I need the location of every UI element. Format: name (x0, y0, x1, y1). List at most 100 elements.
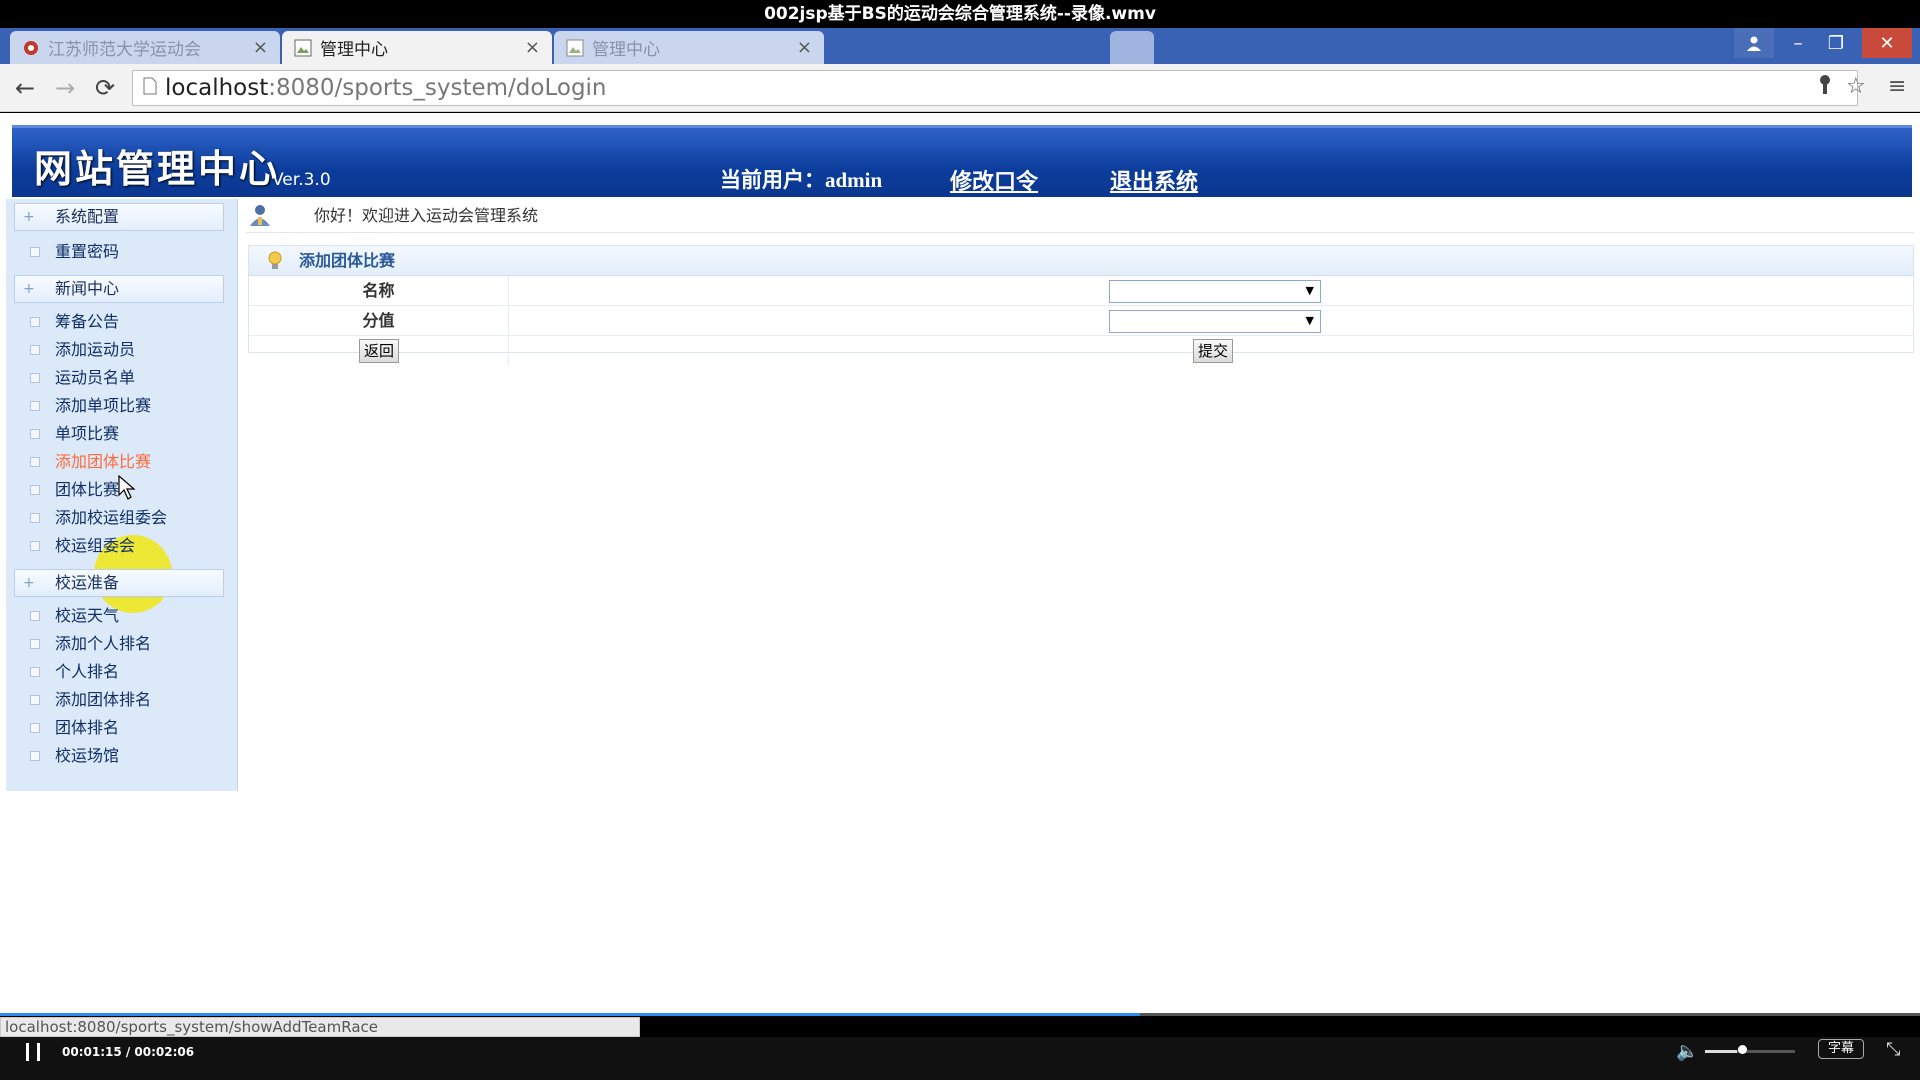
sidebar-item-athlete-list[interactable]: 运动员名单 (30, 367, 135, 389)
sidebar-item-add-team-rank[interactable]: 添加团体排名 (30, 689, 151, 711)
back-cell: 返回 (249, 336, 509, 366)
sidebar-group-system-config[interactable]: + 系统配置 (14, 203, 224, 231)
key-icon[interactable] (1818, 74, 1832, 102)
form-header: 添加团体比赛 (249, 246, 1913, 276)
url-path: :8080/sports_system/doLogin (268, 75, 607, 101)
sidebar-item-label: 添加团体比赛 (55, 452, 152, 471)
screen: 002jsp基于BS的运动会综合管理系统--录像.wmv 江苏师范大学运动会 ×… (0, 0, 1920, 1080)
browser-toolbar: ← → ⟳ localhost :8080/sports_system/doLo… (0, 64, 1920, 112)
bullet-icon (30, 429, 40, 439)
sidebar-item-weather[interactable]: 校运天气 (30, 605, 119, 627)
sidebar-item-team-rank[interactable]: 团体排名 (30, 717, 119, 739)
tab-label: 管理中心 (320, 40, 388, 60)
sidebar-item-label: 添加运动员 (55, 340, 136, 359)
forward-icon[interactable]: → (50, 74, 80, 102)
sidebar-item-add-single-race[interactable]: 添加单项比赛 (30, 395, 151, 417)
pause-icon[interactable] (26, 1043, 40, 1061)
close-tab-icon[interactable]: × (525, 37, 540, 58)
site-header: 网站管理中心 Ver.3.0 当前用户：admin 修改口令 退出系统 (12, 125, 1912, 197)
form-row-score: 分值 ▼ (249, 306, 1913, 336)
sidebar-item-committee[interactable]: 校运组委会 (30, 535, 135, 557)
bullet-icon (30, 373, 40, 383)
volume-icon[interactable]: 🔈 (1676, 1041, 1698, 1062)
sidebar-item-add-athlete[interactable]: 添加运动员 (30, 339, 135, 361)
back-button[interactable]: 返回 (359, 339, 400, 363)
subtitle-button[interactable]: 字幕 (1818, 1039, 1864, 1059)
volume-knob[interactable] (1738, 1045, 1747, 1054)
video-player-controls: 00:01:15 / 00:02:06 🔈 字幕 ⤡ (0, 1037, 1920, 1080)
bullet-icon (30, 667, 40, 677)
mouse-cursor-icon (118, 475, 136, 500)
address-bar[interactable]: localhost :8080/sports_system/doLogin (132, 70, 1858, 106)
reload-icon[interactable]: ⟳ (90, 74, 120, 102)
tab-admin-center[interactable]: 管理中心 × (554, 31, 824, 64)
sidebar-item-label: 添加单项比赛 (55, 396, 152, 415)
welcome-bar: 你好！欢迎进入运动会管理系统 (246, 199, 1914, 233)
user-icon (248, 203, 272, 227)
sidebar-item-add-team-race[interactable]: 添加团体比赛 (30, 451, 151, 473)
sidebar-item-add-individual-rank[interactable]: 添加个人排名 (30, 633, 151, 655)
new-tab-button[interactable] (1110, 31, 1154, 64)
tab-sports-site[interactable]: 江苏师范大学运动会 × (10, 31, 280, 64)
fullscreen-exit-icon[interactable]: ⤡ (1886, 1039, 1900, 1060)
sidebar-item-venues[interactable]: 校运场馆 (30, 745, 119, 767)
dropdown-arrow-icon: ▼ (1305, 314, 1314, 327)
sidebar-item-add-committee[interactable]: 添加校运组委会 (30, 507, 167, 529)
bullet-icon (30, 723, 40, 733)
tab-admin-center-active[interactable]: 管理中心 × (282, 31, 552, 64)
sidebar-item-individual-rank[interactable]: 个人排名 (30, 661, 119, 683)
sidebar-item-label: 筹备公告 (55, 312, 120, 331)
close-window-icon[interactable]: ✕ (1862, 28, 1912, 58)
sidebar-item-label: 添加个人排名 (55, 634, 152, 653)
url-host: localhost (165, 75, 269, 101)
sidebar-group-news-center[interactable]: + 新闻中心 (14, 275, 224, 303)
bullet-icon (30, 485, 40, 495)
close-tab-icon[interactable]: × (253, 37, 268, 58)
bullet-icon (30, 639, 40, 649)
logout-link[interactable]: 退出系统 (1110, 164, 1198, 196)
close-tab-icon[interactable]: × (797, 37, 812, 58)
site-favicon-icon (22, 39, 40, 57)
sidebar-item-label: 校运天气 (55, 606, 120, 625)
sidebar-item-label: 团体比赛 (55, 480, 120, 499)
sidebar-item-label: 校运组委会 (55, 536, 136, 555)
tab-label: 江苏师范大学运动会 (48, 40, 201, 60)
form-row-actions: 返回 提交 (249, 336, 1913, 366)
form-title: 添加团体比赛 (299, 251, 396, 270)
page-icon (294, 39, 312, 57)
bullet-icon (30, 513, 40, 523)
form-row-name: 名称 ▼ (249, 276, 1913, 306)
submit-button[interactable]: 提交 (1193, 339, 1234, 363)
profile-icon[interactable] (1734, 28, 1774, 58)
bullet-icon (30, 401, 40, 411)
change-password-link[interactable]: 修改口令 (950, 164, 1038, 196)
video-time: 00:01:15 / 00:02:06 (62, 1045, 195, 1059)
web-page: 网站管理中心 Ver.3.0 当前用户：admin 修改口令 退出系统 + 系统配… (0, 113, 1920, 1015)
bullet-icon (30, 695, 40, 705)
restore-icon[interactable]: ❐ (1816, 28, 1856, 58)
tab-label: 管理中心 (592, 40, 660, 60)
add-team-race-form: 添加团体比赛 名称 ▼ 分值 ▼ 返回 提交 (248, 245, 1914, 366)
menu-icon[interactable]: ≡ (1888, 74, 1906, 99)
volume-slider[interactable] (1705, 1050, 1795, 1053)
sidebar-item-announcement[interactable]: 筹备公告 (30, 311, 119, 333)
dropdown-arrow-icon: ▼ (1305, 284, 1314, 297)
sidebar-item-reset-password[interactable]: 重置密码 (30, 241, 119, 263)
sidebar-item-team-race[interactable]: 团体比赛 (30, 479, 119, 501)
sidebar-group-preparation[interactable]: + 校运准备 (14, 569, 224, 597)
minimize-icon[interactable]: – (1778, 28, 1818, 58)
bullet-icon (30, 611, 40, 621)
sidebar-item-label: 运动员名单 (55, 368, 136, 387)
video-progress-fill (0, 1013, 1141, 1016)
back-icon[interactable]: ← (10, 74, 40, 102)
field-label: 分值 (249, 306, 509, 336)
sidebar-item-single-race[interactable]: 单项比赛 (30, 423, 119, 445)
sidebar-group-label: 校运准备 (55, 573, 120, 592)
page-document-icon (143, 77, 157, 99)
bullet-icon (30, 751, 40, 761)
bullet-icon (30, 247, 40, 257)
bookmark-star-icon[interactable]: ☆ (1846, 74, 1866, 99)
score-select[interactable]: ▼ (1109, 310, 1321, 333)
video-progress-bar[interactable] (0, 1013, 1920, 1016)
name-select[interactable]: ▼ (1109, 280, 1321, 303)
